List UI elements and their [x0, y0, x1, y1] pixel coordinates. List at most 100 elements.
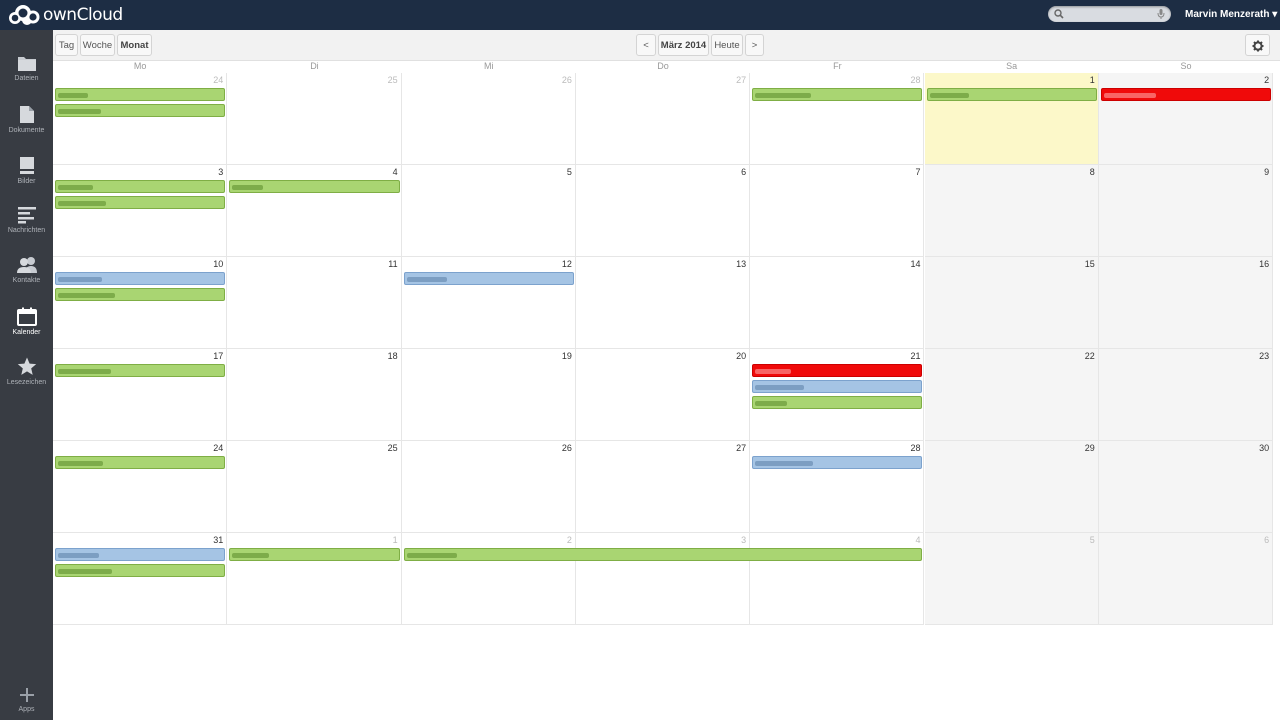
day-cell[interactable]: 26 — [401, 441, 576, 533]
user-menu[interactable]: Marvin Menzerath ▾ — [1185, 9, 1277, 20]
calendar-event[interactable] — [229, 180, 400, 193]
today-button[interactable]: Heute — [711, 34, 743, 56]
day-cell[interactable]: 19 — [401, 349, 576, 441]
event-title-redacted — [1103, 93, 1156, 98]
calendar-event[interactable] — [55, 104, 226, 117]
calendar-event[interactable] — [1100, 88, 1272, 101]
day-cell[interactable]: 23 — [1098, 349, 1274, 441]
nav-item-pictures[interactable]: Bilder — [0, 141, 53, 189]
nav-item-apps[interactable]: Apps — [0, 672, 53, 720]
day-number: 2 — [1264, 75, 1270, 85]
day-cell[interactable]: 24 — [53, 73, 228, 165]
settings-button[interactable] — [1245, 34, 1270, 56]
calendar-event[interactable] — [403, 548, 923, 561]
day-cell[interactable]: 3 — [53, 165, 228, 257]
nav-item-news[interactable]: Nachrichten — [0, 191, 53, 239]
prev-button[interactable]: < — [636, 34, 656, 56]
day-number: 21 — [910, 351, 921, 361]
day-cell[interactable]: 16 — [1098, 257, 1274, 349]
view-month-button[interactable]: Monat — [117, 34, 152, 56]
nav-item-bookmarks[interactable]: Lesezeichen — [0, 342, 53, 390]
day-cell[interactable]: 4 — [227, 165, 402, 257]
day-cell[interactable]: 22 — [924, 349, 1099, 441]
day-cell[interactable]: 4 — [750, 533, 925, 625]
nav-label-calendar: Kalender — [12, 329, 41, 336]
day-number: 24 — [213, 75, 224, 85]
day-cell[interactable]: 6 — [1098, 533, 1274, 625]
day-number: 8 — [1089, 167, 1095, 177]
nav-label-files: Dateien — [14, 75, 39, 82]
month-title[interactable]: März 2014 — [658, 34, 709, 56]
day-cell[interactable]: 5 — [401, 165, 576, 257]
event-title-redacted — [58, 185, 93, 190]
calendar-event[interactable] — [55, 88, 226, 101]
nav-item-contacts[interactable]: Kontakte — [0, 241, 53, 289]
calendar-event[interactable] — [752, 364, 923, 377]
day-cell[interactable]: 20 — [575, 349, 751, 441]
calendar-event[interactable] — [55, 456, 226, 469]
day-cell[interactable]: 6 — [575, 165, 751, 257]
day-cell[interactable]: 1 — [924, 73, 1099, 165]
calendar-event[interactable] — [55, 272, 226, 285]
nav-item-documents[interactable]: Dokumente — [0, 90, 53, 138]
day-cell[interactable]: 29 — [924, 441, 1099, 533]
day-cell[interactable]: 12 — [401, 257, 576, 349]
view-day-button[interactable]: Tag — [55, 34, 78, 56]
day-cell[interactable]: 31 — [53, 533, 228, 625]
owncloud-logo[interactable]: ownCloud — [6, 4, 123, 26]
day-cell[interactable]: 28 — [750, 441, 925, 533]
day-cell[interactable]: 17 — [53, 349, 228, 441]
calendar-event[interactable] — [55, 564, 226, 577]
day-cell[interactable]: 14 — [750, 257, 925, 349]
day-cell[interactable]: 9 — [1098, 165, 1274, 257]
day-cell[interactable]: 21 — [750, 349, 925, 441]
microphone-icon[interactable] — [1157, 8, 1165, 20]
calendar-event[interactable] — [752, 380, 923, 393]
day-cell[interactable]: 25 — [227, 441, 402, 533]
next-button[interactable]: > — [745, 34, 764, 56]
calendar-event[interactable] — [55, 180, 226, 193]
calendar-event[interactable] — [55, 196, 226, 209]
calendar-event[interactable] — [926, 88, 1097, 101]
cloud-icon — [9, 5, 40, 25]
event-title-redacted — [406, 277, 447, 282]
view-week-button[interactable]: Woche — [80, 34, 115, 56]
calendar-event[interactable] — [229, 548, 400, 561]
calendar-event[interactable] — [55, 364, 226, 377]
day-cell[interactable]: 10 — [53, 257, 228, 349]
day-cell[interactable]: 11 — [227, 257, 402, 349]
nav-item-calendar[interactable]: Kalender — [0, 292, 53, 340]
day-cell[interactable]: 3 — [575, 533, 751, 625]
calendar-event[interactable] — [752, 88, 923, 101]
day-cell[interactable]: 15 — [924, 257, 1099, 349]
calendar-event[interactable] — [55, 288, 226, 301]
nav-item-files[interactable]: Dateien — [0, 40, 53, 88]
calendar-event[interactable] — [403, 272, 574, 285]
day-cell[interactable]: 1 — [227, 533, 402, 625]
day-cell[interactable]: 2 — [401, 533, 576, 625]
calendar-icon — [16, 307, 37, 326]
day-cell[interactable]: 27 — [575, 73, 751, 165]
day-cell[interactable]: 13 — [575, 257, 751, 349]
day-cell[interactable]: 25 — [227, 73, 402, 165]
calendar-event[interactable] — [752, 396, 923, 409]
event-title-redacted — [58, 201, 106, 206]
day-number: 9 — [1264, 167, 1270, 177]
day-cell[interactable]: 26 — [401, 73, 576, 165]
day-cell[interactable]: 7 — [750, 165, 925, 257]
weekday-header: So — [1180, 61, 1192, 71]
calendar-event[interactable] — [752, 456, 923, 469]
day-cell[interactable]: 30 — [1098, 441, 1274, 533]
day-cell[interactable]: 2 — [1098, 73, 1274, 165]
day-number: 6 — [741, 167, 747, 177]
calendar-event[interactable] — [55, 548, 226, 561]
day-cell[interactable]: 27 — [575, 441, 751, 533]
day-number: 17 — [213, 351, 224, 361]
day-cell[interactable]: 18 — [227, 349, 402, 441]
day-cell[interactable]: 5 — [924, 533, 1099, 625]
day-cell[interactable]: 8 — [924, 165, 1099, 257]
day-cell[interactable]: 28 — [750, 73, 925, 165]
search-input[interactable] — [1048, 6, 1171, 22]
day-number: 7 — [915, 167, 921, 177]
day-cell[interactable]: 24 — [53, 441, 228, 533]
